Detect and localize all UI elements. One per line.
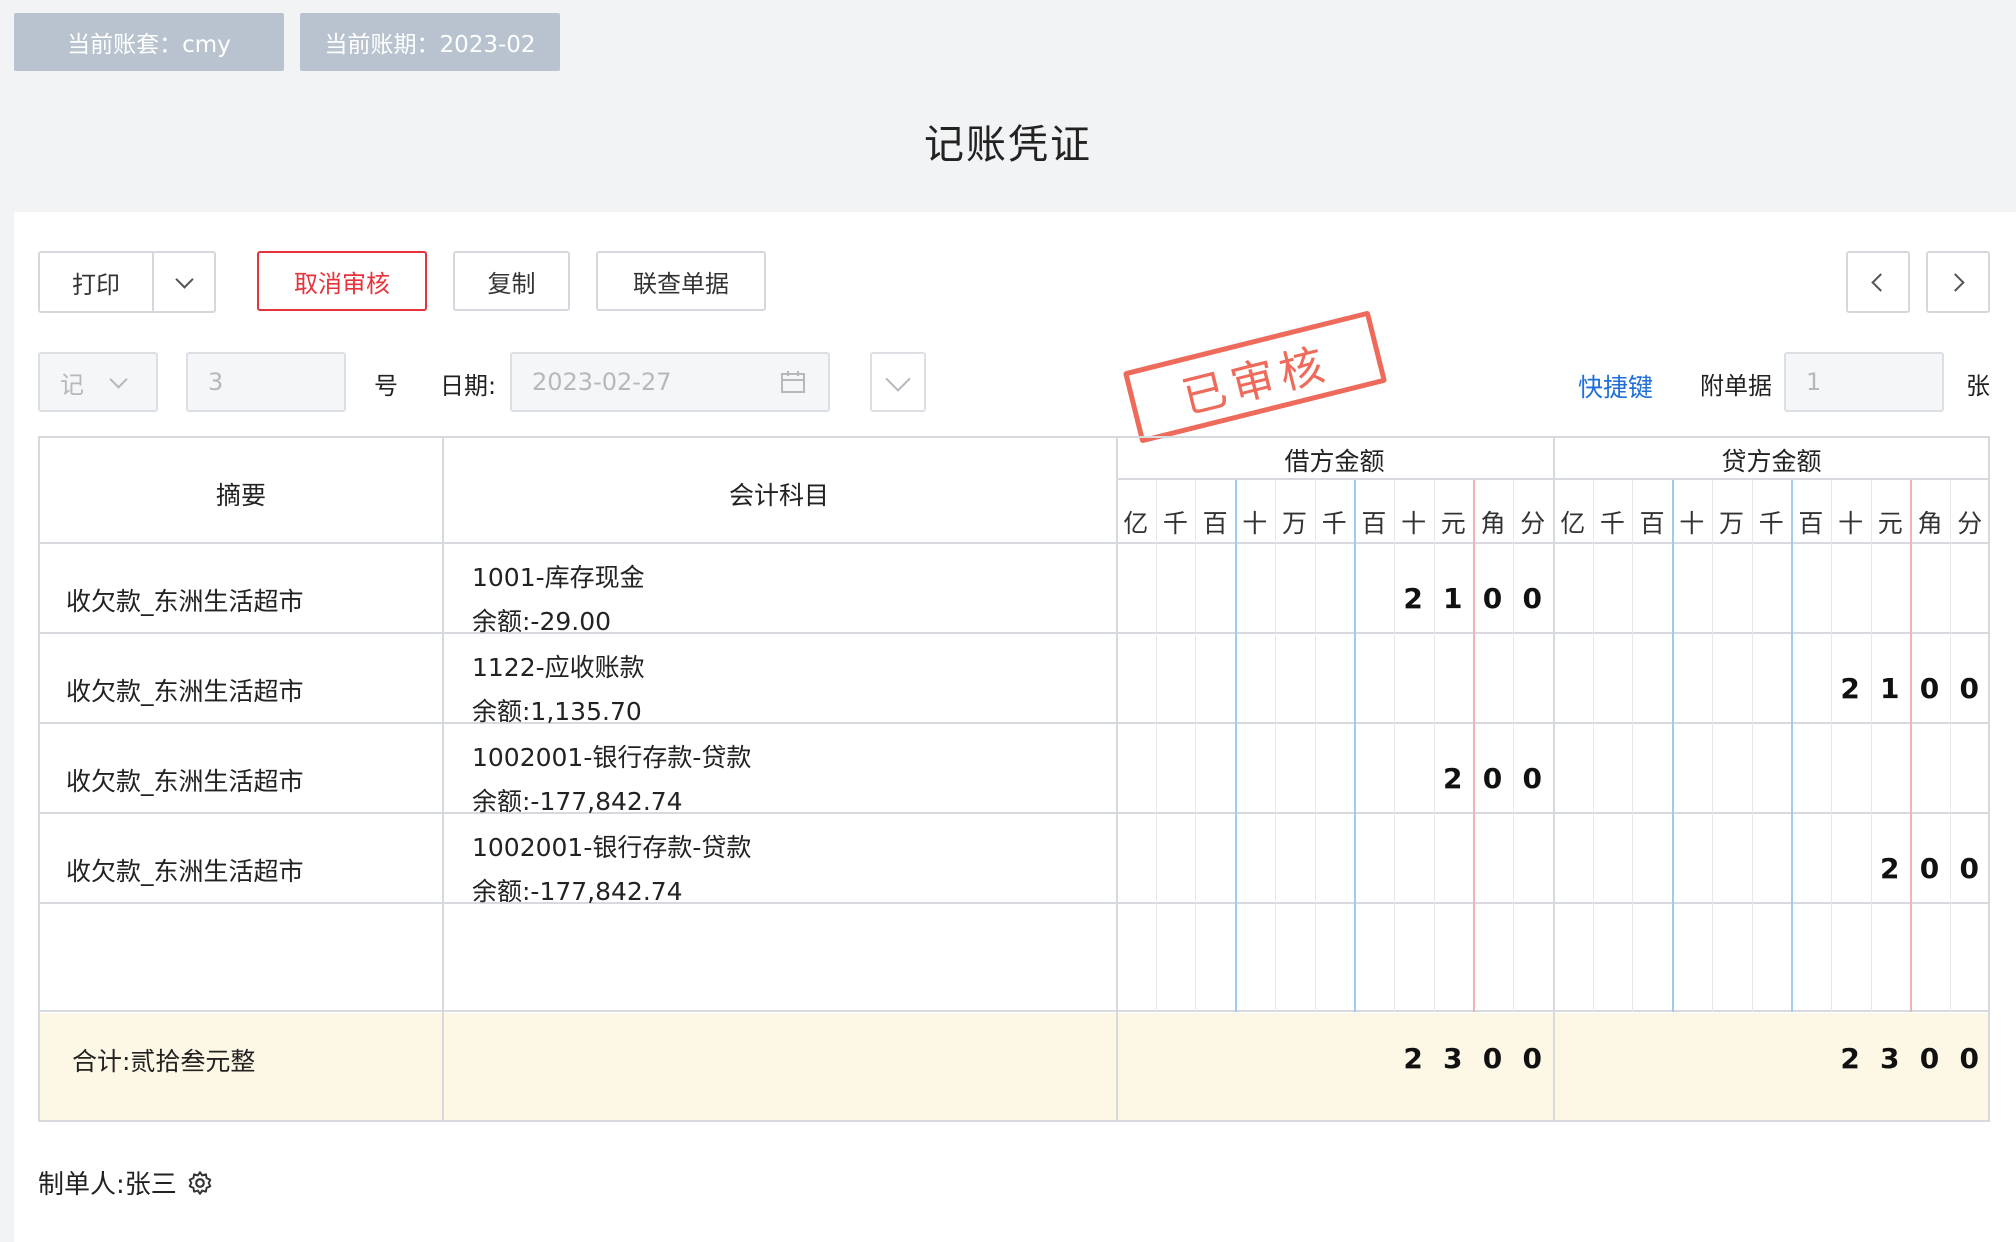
debit-amount-digit: 2 (1443, 762, 1464, 795)
entry-account-balance: 余额:-177,842.74 (472, 877, 683, 906)
date-value: 2023-02-27 (532, 368, 672, 396)
credit-unit-label: 千 (1758, 509, 1784, 538)
debit-unit-label: 十 (1401, 509, 1427, 538)
credit-amount-digit: 0 (1959, 672, 1980, 705)
voucher-type-value: 记 (60, 370, 84, 399)
expand-toggle-button[interactable] (870, 352, 926, 412)
column-header-account: 会计科目 (728, 481, 829, 510)
credit-amount-digit: 0 (1919, 852, 1941, 885)
debit-amount-digit: 0 (1482, 582, 1504, 615)
total-debit-digit: 0 (1522, 1042, 1543, 1075)
total-amount-in-words: 合计:贰拾叁元整 (72, 1047, 256, 1076)
next-voucher-button[interactable] (1926, 251, 1990, 313)
grid-line (40, 902, 1988, 904)
shortcut-keys-link[interactable]: 快捷键 (1578, 368, 1653, 404)
debit-unit-label: 百 (1361, 509, 1387, 538)
print-button-group: 打印 (38, 251, 216, 313)
column-header-credit: 贷方金额 (1721, 447, 1822, 476)
entry-summary: 收欠款_东洲生活超市 (66, 587, 304, 616)
voucher-number-suffix: 号 (374, 372, 398, 400)
total-row-background (40, 1013, 1988, 1120)
chevron-down-icon (174, 269, 194, 289)
credit-unit-label: 百 (1639, 509, 1665, 538)
debit-amount-digit: 0 (1522, 762, 1543, 795)
creator-info: 制单人:张三 (38, 1164, 213, 1201)
calendar-icon (781, 371, 805, 393)
debit-unit-label: 亿 (1123, 509, 1149, 538)
chevron-down-icon (885, 366, 911, 392)
gear-icon[interactable] (187, 1170, 213, 1196)
credit-unit-label: 千 (1599, 509, 1625, 538)
credit-unit-label: 百 (1798, 509, 1824, 538)
print-dropdown-toggle[interactable] (154, 253, 214, 311)
entry-account: 1002001-银行存款-贷款 (472, 743, 752, 772)
credit-amount-digit: 0 (1919, 672, 1941, 705)
attachments-count-input[interactable]: 1 (1784, 352, 1944, 412)
debit-unit-label: 分 (1520, 509, 1546, 538)
page-title: 记账凭证 (924, 122, 1092, 168)
column-header-debit: 借方金额 (1284, 447, 1385, 476)
credit-amount-digit: 2 (1880, 852, 1901, 885)
linked-documents-button[interactable]: 联查单据 (596, 251, 766, 311)
debit-unit-label: 万 (1281, 509, 1307, 538)
copy-button[interactable]: 复制 (453, 251, 570, 311)
credit-unit-label: 十 (1838, 509, 1864, 538)
account-set-badge: 当前账套：cmy (14, 13, 284, 71)
credit-unit-label: 角 (1917, 509, 1943, 538)
creator-label: 制单人:张三 (38, 1170, 177, 1200)
period-badge: 当前账期：2023-02 (300, 13, 560, 71)
credit-unit-label: 分 (1957, 509, 1983, 538)
credit-amount-digit: 1 (1880, 672, 1901, 705)
total-credit-digit: 3 (1880, 1042, 1901, 1075)
debit-unit-label: 角 (1480, 509, 1506, 538)
credit-amount-digit: 0 (1959, 852, 1980, 885)
debit-amount-digit: 0 (1522, 582, 1543, 615)
entry-account: 1001-库存现金 (472, 563, 645, 592)
table-row: 收欠款_东洲生活超市 1002001-银行存款-贷款 余额:-177,842.74 2… (40, 814, 1988, 906)
credit-amount-digit: 2 (1840, 672, 1861, 705)
debit-unit-label: 千 (1321, 509, 1347, 538)
chevron-down-icon (109, 369, 128, 389)
cancel-audit-button[interactable]: 取消审核 (257, 251, 427, 311)
voucher-type-select[interactable]: 记 (38, 352, 158, 412)
credit-unit-label: 十 (1679, 509, 1705, 538)
entry-account: 1002001-银行存款-贷款 (472, 833, 752, 862)
total-debit-digit: 2 (1403, 1042, 1424, 1075)
attachments-unit: 张 (1966, 372, 1990, 400)
credit-unit-label: 万 (1718, 509, 1744, 538)
voucher-number-input[interactable]: 3 (186, 352, 346, 412)
date-picker-input[interactable]: 2023-02-27 (510, 352, 830, 412)
table-row: 收欠款_东洲生活超市 1122-应收账款 余额:1,135.70 2 1 0 0 (40, 634, 1988, 726)
chevron-right-icon (1946, 272, 1965, 292)
table-row: 收欠款_东洲生活超市 1002001-银行存款-贷款 余额:-177,842.74 2… (40, 724, 1988, 816)
previous-voucher-button[interactable] (1846, 251, 1910, 313)
entry-account: 1122-应收账款 (472, 653, 645, 682)
entry-summary: 收欠款_东洲生活超市 (66, 767, 304, 796)
entry-summary: 收欠款_东洲生活超市 (66, 677, 304, 706)
total-debit-digit: 0 (1482, 1042, 1504, 1075)
column-header-summary: 摘要 (215, 481, 266, 510)
grid-line (40, 1010, 1988, 1012)
debit-amount-digit: 1 (1443, 582, 1464, 615)
debit-amount-digit: 0 (1482, 762, 1504, 795)
debit-unit-label: 千 (1162, 509, 1188, 538)
total-credit-digit: 2 (1840, 1042, 1861, 1075)
voucher-table: 摘要 会计科目 借方金额 贷方金额 亿千百十万千百十元角分亿千百十万千百十元角分… (38, 436, 1990, 1122)
credit-unit-label: 元 (1877, 509, 1903, 538)
debit-unit-label: 元 (1440, 509, 1466, 538)
entry-summary: 收欠款_东洲生活超市 (66, 857, 304, 886)
debit-unit-label: 百 (1202, 509, 1228, 538)
total-credit-digit: 0 (1959, 1042, 1980, 1075)
attachments-label: 附单据 (1700, 372, 1772, 400)
total-debit-digit: 3 (1443, 1042, 1464, 1075)
debit-unit-label: 十 (1242, 509, 1268, 538)
print-button[interactable]: 打印 (40, 253, 154, 311)
total-credit-digit: 0 (1919, 1042, 1941, 1075)
date-label: 日期: (440, 372, 497, 400)
chevron-left-icon (1871, 272, 1890, 292)
credit-unit-label: 亿 (1560, 509, 1586, 538)
table-row: 收欠款_东洲生活超市 1001-库存现金 余额:-29.00 2 1 0 0 (40, 544, 1988, 636)
debit-amount-digit: 2 (1403, 582, 1424, 615)
